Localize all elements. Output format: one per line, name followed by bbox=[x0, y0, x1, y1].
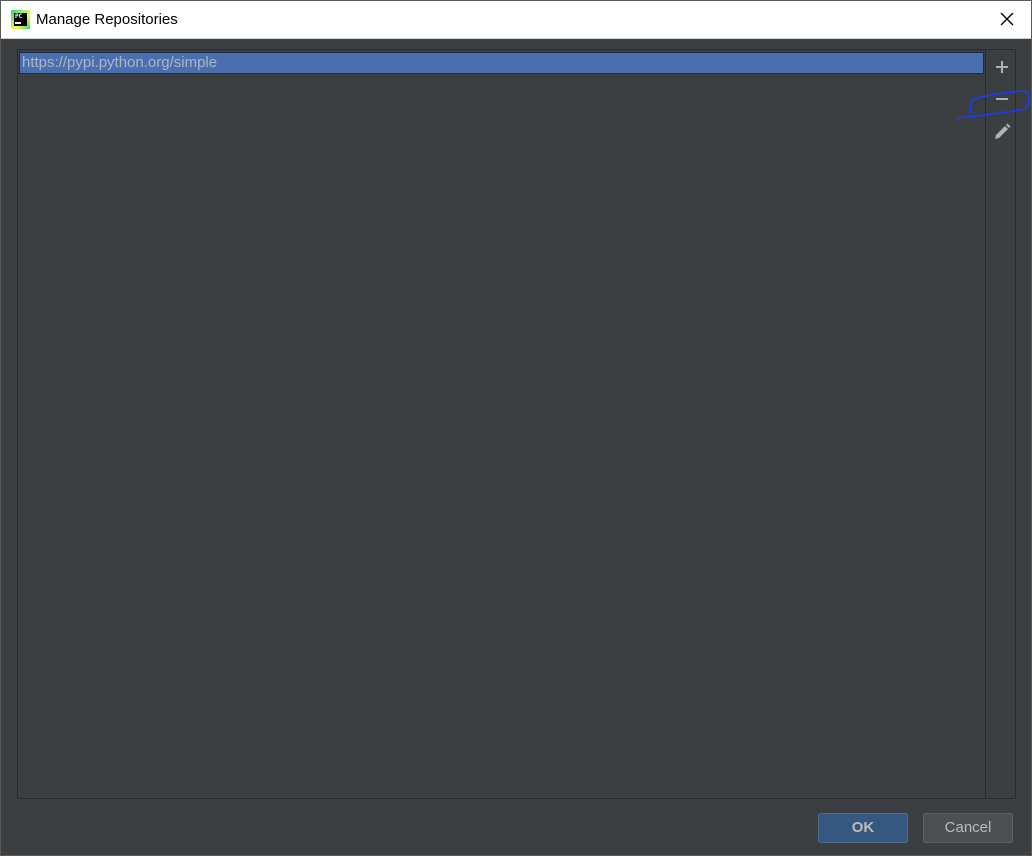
dialog-window: PC Manage Repositories https://pypi.pyth… bbox=[0, 0, 1032, 856]
plus-icon bbox=[996, 61, 1008, 73]
list-toolbar bbox=[987, 50, 1015, 798]
app-icon-label: PC bbox=[14, 13, 27, 26]
title-bar[interactable]: PC Manage Repositories bbox=[1, 1, 1031, 39]
repository-list[interactable]: https://pypi.python.org/simple bbox=[18, 50, 986, 798]
pycharm-logo-icon: PC bbox=[11, 10, 30, 29]
cancel-button[interactable]: Cancel bbox=[923, 813, 1013, 843]
close-button[interactable] bbox=[985, 1, 1031, 38]
pencil-icon bbox=[995, 123, 1011, 139]
remove-repository-button[interactable] bbox=[990, 87, 1014, 111]
ok-button[interactable]: OK bbox=[818, 813, 908, 843]
edit-repository-button[interactable] bbox=[990, 120, 1014, 144]
close-icon bbox=[1000, 12, 1014, 26]
dialog-title: Manage Repositories bbox=[36, 11, 178, 28]
repository-list-item[interactable]: https://pypi.python.org/simple bbox=[19, 52, 984, 74]
add-repository-button[interactable] bbox=[990, 55, 1014, 79]
minus-icon bbox=[996, 98, 1008, 100]
repositories-panel: https://pypi.python.org/simple bbox=[17, 49, 1016, 799]
app-icon-underscore bbox=[15, 22, 21, 24]
